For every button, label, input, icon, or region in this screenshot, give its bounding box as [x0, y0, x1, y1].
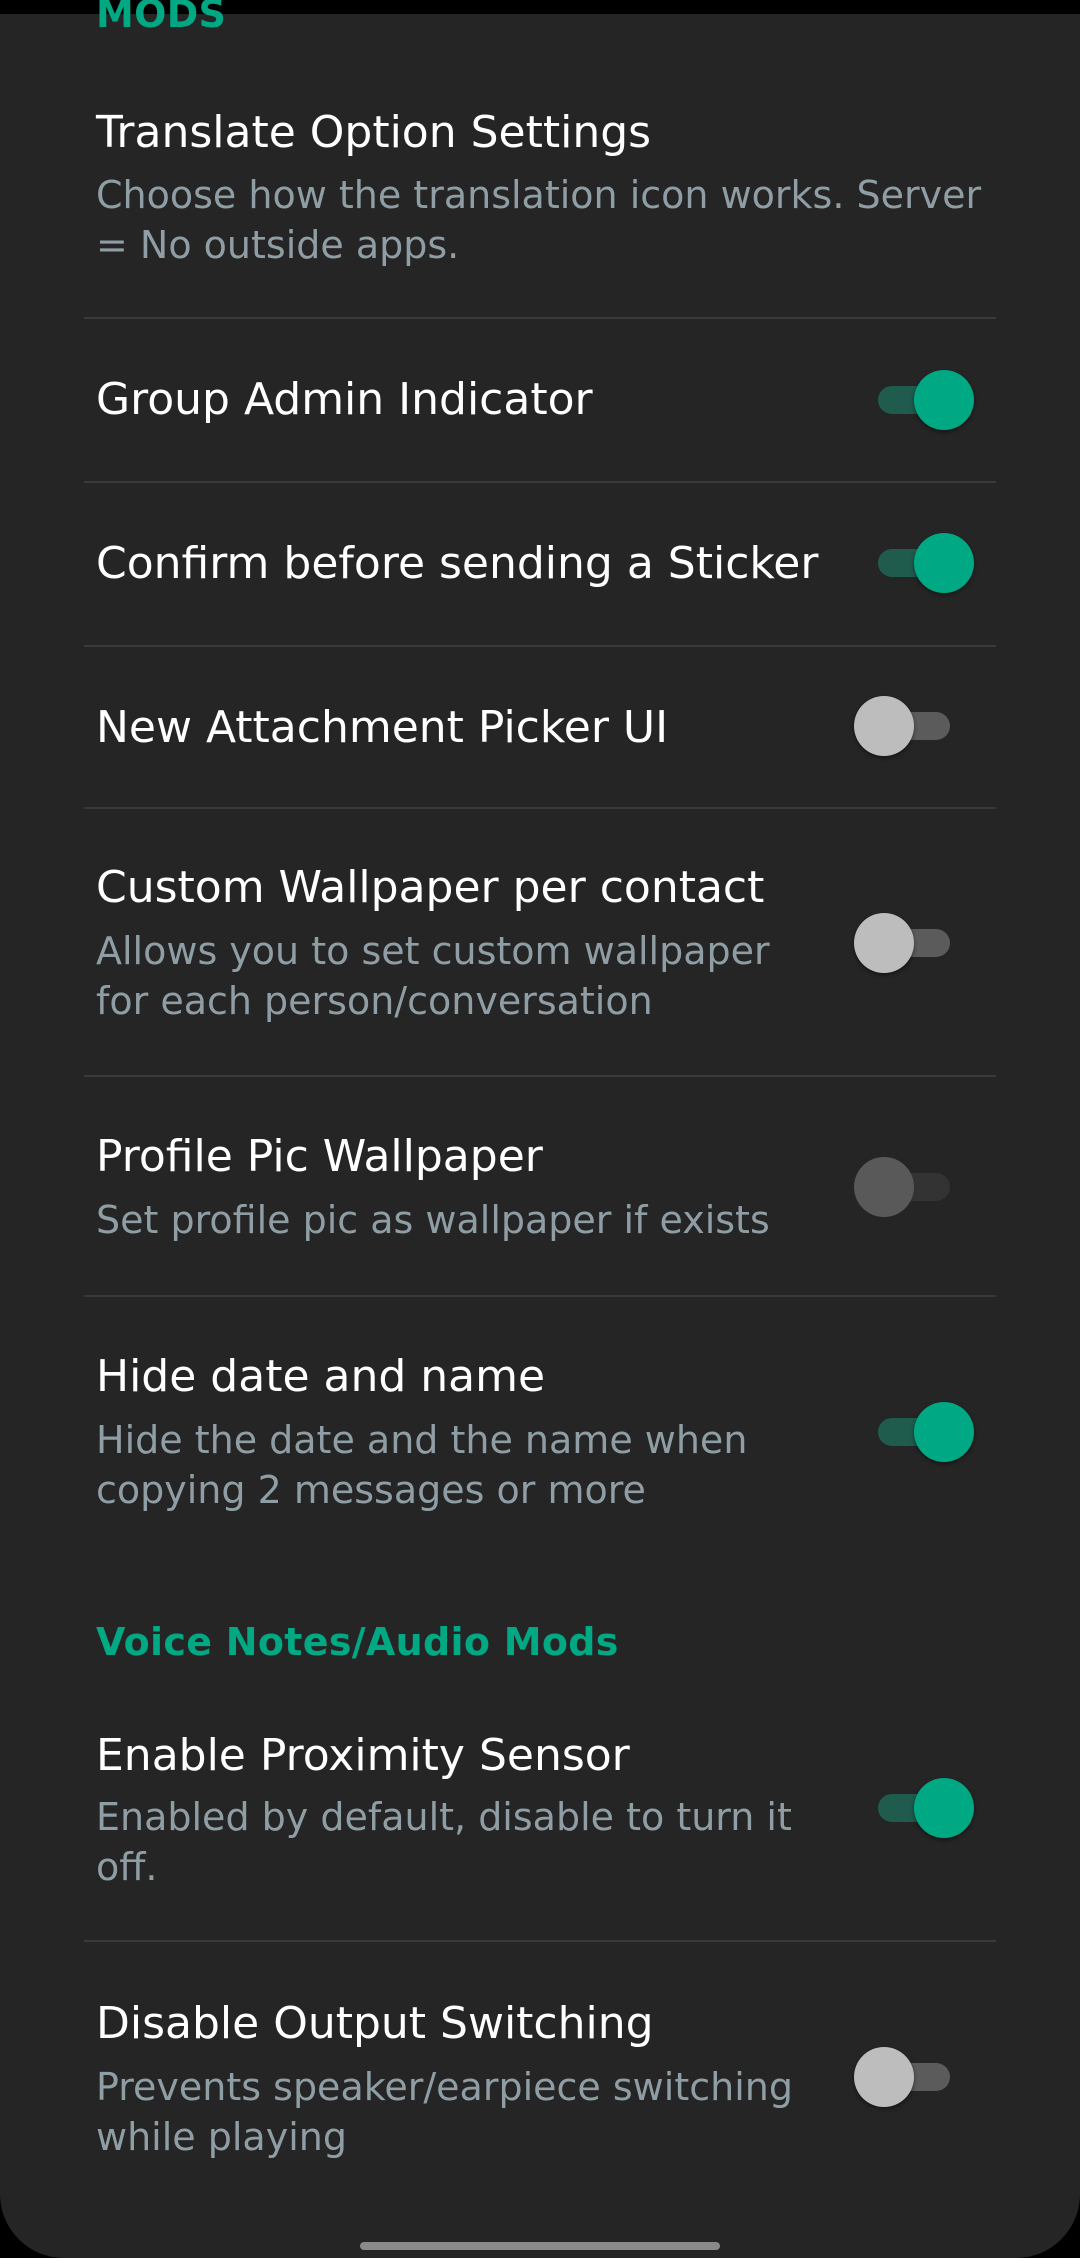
setting-title: Translate Option Settings	[96, 107, 652, 158]
output-switching-toggle[interactable]	[854, 2047, 958, 2107]
setting-description: Prevents speaker/earpiece switching whil…	[96, 2065, 793, 2159]
toggle-thumb	[914, 1778, 974, 1838]
setting-title: Profile Pic Wallpaper	[96, 1131, 543, 1182]
setting-custom-wallpaper[interactable]: Custom Wallpaper per contact Allows you …	[0, 809, 1080, 1075]
setting-hide-date-and-name[interactable]: Hide date and name Hide the date and the…	[0, 1297, 1080, 1567]
setting-description: Choose how the translation icon works. S…	[96, 173, 982, 267]
setting-group-admin-indicator[interactable]: Group Admin Indicator	[0, 319, 1080, 481]
setting-title: Confirm before sending a Sticker	[96, 538, 819, 589]
setting-title: Custom Wallpaper per contact	[96, 862, 765, 913]
toggle-thumb	[854, 913, 914, 973]
profile-pic-wallpaper-toggle[interactable]	[854, 1157, 958, 1217]
setting-enable-proximity-sensor[interactable]: Enable Proximity Sensor Enabled by defau…	[0, 1700, 1080, 1940]
group-admin-indicator-toggle[interactable]	[870, 370, 974, 430]
setting-description: Allows you to set custom wallpaper for e…	[96, 929, 770, 1023]
proximity-sensor-toggle[interactable]	[870, 1778, 974, 1838]
setting-description: Hide the date and the name when copying …	[96, 1418, 748, 1512]
hide-date-and-name-toggle[interactable]	[870, 1402, 974, 1462]
settings-screen: MODS Translate Option Settings Choose ho…	[0, 0, 1080, 2258]
setting-translate-options[interactable]: Translate Option Settings Choose how the…	[0, 0, 1080, 318]
setting-description: Set profile pic as wallpaper if exists	[96, 1198, 770, 1242]
section-header-voice-notes: Voice Notes/Audio Mods	[96, 1620, 619, 1664]
setting-title: Group Admin Indicator	[96, 374, 593, 425]
setting-title: Hide date and name	[96, 1351, 546, 1402]
new-attachment-picker-toggle[interactable]	[854, 696, 958, 756]
setting-profile-pic-wallpaper[interactable]: Profile Pic Wallpaper Set profile pic as…	[0, 1077, 1080, 1295]
toggle-thumb	[854, 2047, 914, 2107]
toggle-thumb	[914, 533, 974, 593]
confirm-sticker-toggle[interactable]	[870, 533, 974, 593]
setting-confirm-sticker[interactable]: Confirm before sending a Sticker	[0, 483, 1080, 645]
setting-description: Enabled by default, disable to turn it o…	[96, 1795, 792, 1889]
home-indicator[interactable]	[360, 2242, 720, 2250]
setting-title: Enable Proximity Sensor	[96, 1730, 630, 1781]
toggle-thumb	[914, 1402, 974, 1462]
setting-disable-output-switching[interactable]: Disable Output Switching Prevents speake…	[0, 1942, 1080, 2172]
toggle-thumb	[854, 1157, 914, 1217]
setting-title: Disable Output Switching	[96, 1998, 654, 2049]
toggle-thumb	[854, 696, 914, 756]
setting-title: New Attachment Picker UI	[96, 702, 669, 753]
setting-new-attachment-picker[interactable]: New Attachment Picker UI	[0, 647, 1080, 807]
custom-wallpaper-toggle[interactable]	[854, 913, 958, 973]
toggle-thumb	[914, 370, 974, 430]
